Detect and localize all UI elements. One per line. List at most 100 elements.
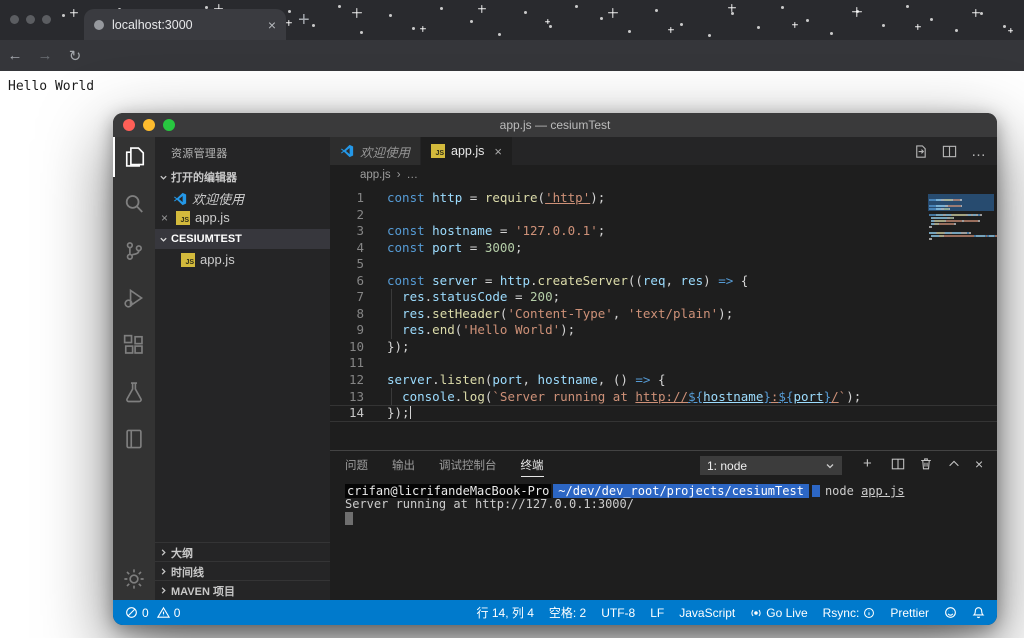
code-line[interactable]: 8 res.setHeader('Content-Type', 'text/pl… xyxy=(330,306,997,323)
outline-section[interactable]: 大纲 xyxy=(155,542,330,562)
sparkle-decoration xyxy=(728,4,736,12)
go-live-status[interactable]: Go Live xyxy=(750,606,808,620)
close-traffic-light[interactable] xyxy=(123,119,135,131)
browser-minimize-button[interactable] xyxy=(26,15,35,24)
close-panel-icon[interactable]: × xyxy=(975,456,983,472)
panel-tab-output[interactable]: 输出 xyxy=(392,457,415,473)
open-editors-section[interactable]: 打开的编辑器 xyxy=(155,167,330,187)
code-token: / xyxy=(831,388,839,404)
open-editor-appjs[interactable]: × JS app.js xyxy=(155,208,330,227)
line-text: res.statusCode = 200; xyxy=(387,289,560,306)
browser-tab[interactable]: localhost:3000 × xyxy=(84,9,286,40)
code-line[interactable]: 12 server.listen(port, hostname, () => { xyxy=(330,372,997,389)
maximize-panel-icon[interactable] xyxy=(947,457,961,471)
more-actions-icon[interactable]: … xyxy=(971,143,987,160)
code-line[interactable]: 1 const http = require('http'); xyxy=(330,190,997,207)
feedback-smiley-icon[interactable] xyxy=(944,606,957,619)
minimize-traffic-light[interactable] xyxy=(143,119,155,131)
maven-section[interactable]: MAVEN 项目 xyxy=(155,580,330,600)
js-file-icon: JS xyxy=(181,252,195,267)
tree-item-appjs[interactable]: JS app.js xyxy=(155,250,330,269)
split-terminal-icon[interactable] xyxy=(891,457,905,471)
explorer-icon[interactable] xyxy=(113,137,155,177)
new-terminal-icon[interactable]: + xyxy=(863,455,872,472)
test-flask-icon[interactable] xyxy=(113,372,155,412)
code-token: }); xyxy=(387,405,410,421)
code-editor[interactable]: 1 const http = require('http'); 2 3 const ho… xyxy=(330,184,997,450)
open-editor-welcome[interactable]: 欢迎使用 xyxy=(155,189,330,208)
folder-section-cesiumtest[interactable]: CESIUMTEST xyxy=(155,229,330,249)
code-line[interactable]: 11 xyxy=(330,355,997,372)
cursor-position-status[interactable]: 行 14, 列 4 xyxy=(477,604,534,621)
close-icon[interactable]: × xyxy=(161,211,171,225)
snow-dot xyxy=(470,20,473,23)
vscode-titlebar[interactable]: app.js — cesiumTest xyxy=(113,113,997,137)
search-icon[interactable] xyxy=(113,184,155,224)
back-icon[interactable]: ← xyxy=(0,47,30,64)
tab-close-icon[interactable]: × xyxy=(268,18,276,32)
prettier-status[interactable]: Prettier xyxy=(890,606,929,620)
timeline-section[interactable]: 时间线 xyxy=(155,561,330,581)
code-line[interactable]: 3 const hostname = '127.0.0.1'; xyxy=(330,223,997,240)
minimap[interactable] xyxy=(925,184,997,450)
run-debug-icon[interactable] xyxy=(113,278,155,318)
notifications-bell-icon[interactable] xyxy=(972,606,985,619)
split-editor-icon[interactable] xyxy=(942,144,957,159)
code-token: res xyxy=(402,289,425,305)
snow-dot xyxy=(312,24,315,27)
code-line[interactable]: 2 xyxy=(330,207,997,224)
reload-icon[interactable]: ↻ xyxy=(60,47,90,65)
snow-dot xyxy=(757,26,760,29)
new-tab-button[interactable]: + xyxy=(298,9,310,32)
notebook-icon[interactable] xyxy=(113,419,155,459)
source-control-icon[interactable] xyxy=(113,231,155,271)
indentation-status[interactable]: 空格: 2 xyxy=(549,604,586,621)
kill-terminal-trash-icon[interactable] xyxy=(919,457,933,471)
close-icon[interactable]: × xyxy=(494,144,502,159)
line-number: 12 xyxy=(348,372,364,388)
snow-dot xyxy=(830,32,833,35)
minimap-line xyxy=(929,224,997,237)
code-line[interactable]: 7 res.statusCode = 200; xyxy=(330,289,997,306)
activity-bar xyxy=(113,137,155,600)
chevron-down-icon xyxy=(160,237,167,242)
breadcrumb[interactable]: app.js › … xyxy=(330,165,997,184)
code-token: server xyxy=(387,372,433,388)
sparkle-decoration xyxy=(478,5,486,13)
code-line[interactable]: 13 console.log(`Server running at http:/… xyxy=(330,389,997,406)
code-token: const xyxy=(387,190,433,205)
line-text: const hostname = '127.0.0.1'; xyxy=(387,223,605,240)
manage-gear-icon[interactable] xyxy=(113,559,155,599)
rsync-status[interactable]: Rsync: xyxy=(823,606,876,620)
code-token: = xyxy=(492,223,515,239)
panel-tab-terminal[interactable]: 终端 xyxy=(520,457,544,477)
code-lines: 1 const http = require('http'); 2 3 const ho… xyxy=(330,190,997,422)
code-line[interactable]: 10}); xyxy=(330,339,997,356)
open-changes-icon[interactable] xyxy=(913,144,928,159)
terminal[interactable]: crifan@licrifandeMacBook-Pro ~/dev/dev_ro… xyxy=(345,484,904,528)
browser-close-button[interactable] xyxy=(10,15,19,24)
code-line[interactable]: 9 res.end('Hello World'); xyxy=(330,322,997,339)
panel-tab-debug[interactable]: 调试控制台 xyxy=(439,457,497,473)
code-line[interactable]: 14}); xyxy=(330,405,997,422)
tab-welcome[interactable]: 欢迎使用 xyxy=(330,137,422,165)
browser-toolbar: ← → ↻ xyxy=(0,40,1024,71)
forward-icon[interactable]: → xyxy=(30,47,60,64)
panel-tab-problems[interactable]: 问题 xyxy=(345,457,368,473)
zoom-traffic-light[interactable] xyxy=(163,119,175,131)
code-line[interactable]: 5 xyxy=(330,256,997,273)
terminal-shell-select[interactable]: 1: node xyxy=(700,456,842,475)
encoding-status[interactable]: UTF-8 xyxy=(601,606,635,620)
code-line[interactable]: 6 const server = http.createServer((req, … xyxy=(330,273,997,290)
sparkle-decoration xyxy=(972,9,980,17)
problems-status[interactable]: 0 0 xyxy=(125,606,180,620)
minimap-line xyxy=(929,227,932,240)
language-status[interactable]: JavaScript xyxy=(679,606,735,620)
eol-status[interactable]: LF xyxy=(650,606,664,620)
code-line[interactable]: 4 const port = 3000; xyxy=(330,240,997,257)
extensions-icon[interactable] xyxy=(113,325,155,365)
tab-appjs[interactable]: JS app.js × xyxy=(421,137,513,165)
browser-zoom-button[interactable] xyxy=(42,15,51,24)
